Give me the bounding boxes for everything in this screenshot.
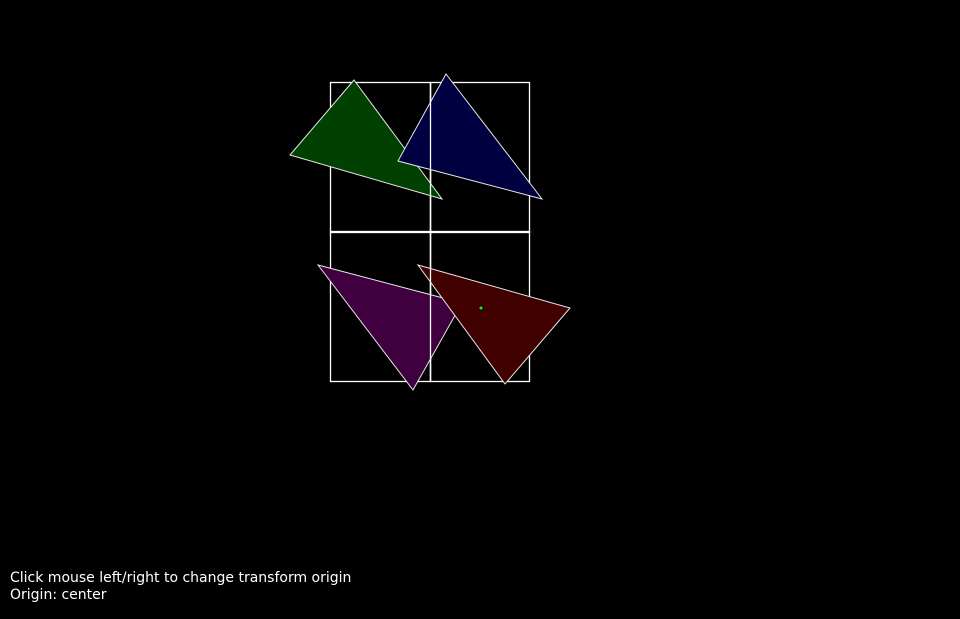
- transform-origin-marker: [479, 306, 483, 310]
- origin-status-text: Origin: center: [10, 587, 107, 603]
- instructions-text: Click mouse left/right to change transfo…: [10, 570, 352, 586]
- scene-svg[interactable]: [0, 0, 960, 614]
- demo-canvas[interactable]: Click mouse left/right to change transfo…: [0, 0, 960, 614]
